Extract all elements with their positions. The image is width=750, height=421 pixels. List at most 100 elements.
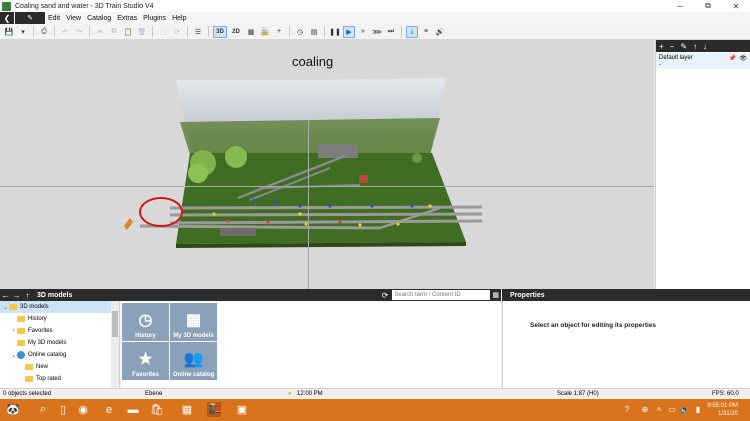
skip-end-icon[interactable]: ⏭ <box>385 26 397 38</box>
move-down-icon[interactable]: ↓ <box>703 42 707 51</box>
back-arrow-icon[interactable]: ❮ <box>0 12 14 24</box>
toolbar-divider <box>152 26 153 37</box>
calculator-icon[interactable]: ▦ <box>180 402 194 417</box>
tree-item-history[interactable]: History <box>0 313 119 325</box>
library-title: 3D models <box>37 291 73 299</box>
menu-bar: ❮ ✎ Edit View Catalog Extras Plugins Hel… <box>0 12 750 24</box>
tile-history[interactable]: ◷ History <box>122 303 169 341</box>
chevron-right-icon[interactable]: › <box>10 328 17 334</box>
forward-icon[interactable]: → <box>11 291 22 300</box>
select-area-icon[interactable]: ⬚ <box>157 26 169 38</box>
tile-my-3d-models[interactable]: ▦ My 3D models <box>170 303 217 341</box>
view-3d-button[interactable]: 3D <box>213 25 227 38</box>
app-icon[interactable]: ▣ <box>235 402 249 417</box>
train-studio-icon[interactable]: 🚂 <box>207 402 221 417</box>
time-status: 12:00 PM <box>297 391 323 397</box>
fast-forward-icon[interactable]: » <box>357 26 369 38</box>
download-icon[interactable]: ⤓ <box>406 25 418 38</box>
properties-message: Select an object for editing its propert… <box>530 322 657 329</box>
network-icon[interactable]: ⊕ <box>638 402 652 417</box>
play-icon[interactable]: ▶ <box>343 25 355 38</box>
document-icon[interactable]: ▤ <box>308 26 320 38</box>
layers-icon[interactable]: ≡ <box>420 26 432 38</box>
view-toggle-icon[interactable]: ▦ <box>492 291 499 299</box>
view-2d-button[interactable]: 2D <box>229 26 243 38</box>
redo-icon[interactable]: ↷ <box>73 26 85 38</box>
back-icon[interactable]: ← <box>0 291 11 300</box>
tray-arrow-icon[interactable]: ˄ <box>652 402 666 417</box>
tree-item-online-catalog[interactable]: ⌄ Online catalog <box>0 349 119 361</box>
up-icon[interactable]: ↑ <box>22 291 33 300</box>
menu-plugins[interactable]: Plugins <box>140 15 169 22</box>
track <box>169 205 483 210</box>
track <box>169 212 483 217</box>
volume-icon[interactable]: 🔈 <box>678 402 692 417</box>
print-icon[interactable]: ⎙ <box>38 26 50 38</box>
maximize-button[interactable]: ⧉ <box>694 0 722 12</box>
tile-favorites[interactable]: ★ Favorites <box>122 342 169 380</box>
edit-mode-icon[interactable]: ✎ <box>15 12 45 24</box>
chevron-down-icon[interactable]: ▾ <box>17 26 29 38</box>
tree-item-top-rated[interactable]: Top rated <box>0 373 119 385</box>
eye-icon[interactable]: 👁 <box>739 55 747 62</box>
sound-icon[interactable]: 🔊 <box>434 26 446 38</box>
signal-light <box>358 223 362 227</box>
search-icon[interactable]: ⌕ <box>36 402 50 417</box>
tree-item-my-3d-models[interactable]: My 3D models <box>0 337 119 349</box>
refresh-icon[interactable]: ⟳ <box>382 291 389 300</box>
star-icon: ★ <box>138 351 153 368</box>
move-up-icon[interactable]: ↑ <box>693 42 697 51</box>
delete-icon[interactable]: 🗑 <box>136 26 148 38</box>
edge-icon[interactable]: e <box>102 402 116 417</box>
toolbar-divider <box>208 26 209 37</box>
cut-icon[interactable]: ✂ <box>94 26 106 38</box>
tree-item-new[interactable]: New <box>0 361 119 373</box>
pin-icon[interactable]: 📌 <box>729 55 736 62</box>
display-icon[interactable]: ▭ <box>665 402 679 417</box>
search-input[interactable]: Search term / Content ID <box>392 290 491 300</box>
menu-edit[interactable]: Edit <box>45 15 63 22</box>
clock[interactable]: 9:55:01 PM 1/31/20 <box>707 402 738 418</box>
store-icon[interactable]: 🛍 <box>150 402 164 417</box>
faster-forward-icon[interactable]: ⋙ <box>371 26 383 38</box>
chevron-down-icon[interactable]: ⌄ <box>10 352 17 359</box>
edit-layer-icon[interactable]: ✎ <box>680 42 687 51</box>
pause-icon[interactable]: ❚❚ <box>329 26 341 38</box>
start-icon[interactable]: 🐼 <box>4 402 22 417</box>
grid-icon[interactable]: ▦ <box>245 26 257 38</box>
3d-viewport[interactable]: coaling <box>0 40 654 289</box>
clock-date: 1/31/20 <box>717 411 738 417</box>
remove-layer-icon[interactable]: − <box>670 42 675 51</box>
clock-icon[interactable]: ◷ <box>294 26 306 38</box>
copy-icon[interactable]: ⧉ <box>108 26 120 38</box>
scene-title: coaling <box>292 54 334 69</box>
menu-catalog[interactable]: Catalog <box>84 15 114 22</box>
scrollbar-thumb[interactable] <box>112 311 118 337</box>
add-layer-icon[interactable]: + <box>659 42 664 51</box>
rotate-icon[interactable]: ⟳ <box>171 26 183 38</box>
menu-extras[interactable]: Extras <box>114 15 140 22</box>
undo-icon[interactable]: ↶ <box>59 26 71 38</box>
tree-item-3d-models[interactable]: ⌄ 3D models <box>0 301 119 313</box>
tree-item-label: Favorites <box>28 328 53 334</box>
tree-item-favorites[interactable]: › Favorites <box>0 325 119 337</box>
chrome-icon[interactable]: ◉ <box>76 402 90 417</box>
tree-scrollbar[interactable] <box>111 301 119 388</box>
chevron-down-icon[interactable]: ⌄ <box>2 304 9 311</box>
minimize-button[interactable]: ─ <box>666 0 694 12</box>
close-button[interactable]: ✕ <box>722 0 750 12</box>
save-icon[interactable]: 💾 <box>3 26 15 38</box>
add-icon[interactable]: + <box>273 26 285 38</box>
menu-help[interactable]: Help <box>169 15 189 22</box>
battery-icon[interactable]: ▮ <box>691 402 705 417</box>
list-view-icon[interactable]: ☰ <box>192 26 204 38</box>
help-icon[interactable]: ? <box>620 402 634 417</box>
menu-view[interactable]: View <box>63 15 84 22</box>
layer-row[interactable]: Default layer - 📌 👁 <box>656 53 750 69</box>
paste-icon[interactable]: 📋 <box>122 26 134 38</box>
tile-online-catalog[interactable]: 👥 Online catalog <box>170 342 217 380</box>
toolbar-divider <box>401 26 402 37</box>
file-explorer-icon[interactable]: ▬ <box>126 402 140 417</box>
train-icon[interactable]: 🚋 <box>259 26 271 38</box>
task-view-icon[interactable]: ▯ <box>56 402 70 417</box>
